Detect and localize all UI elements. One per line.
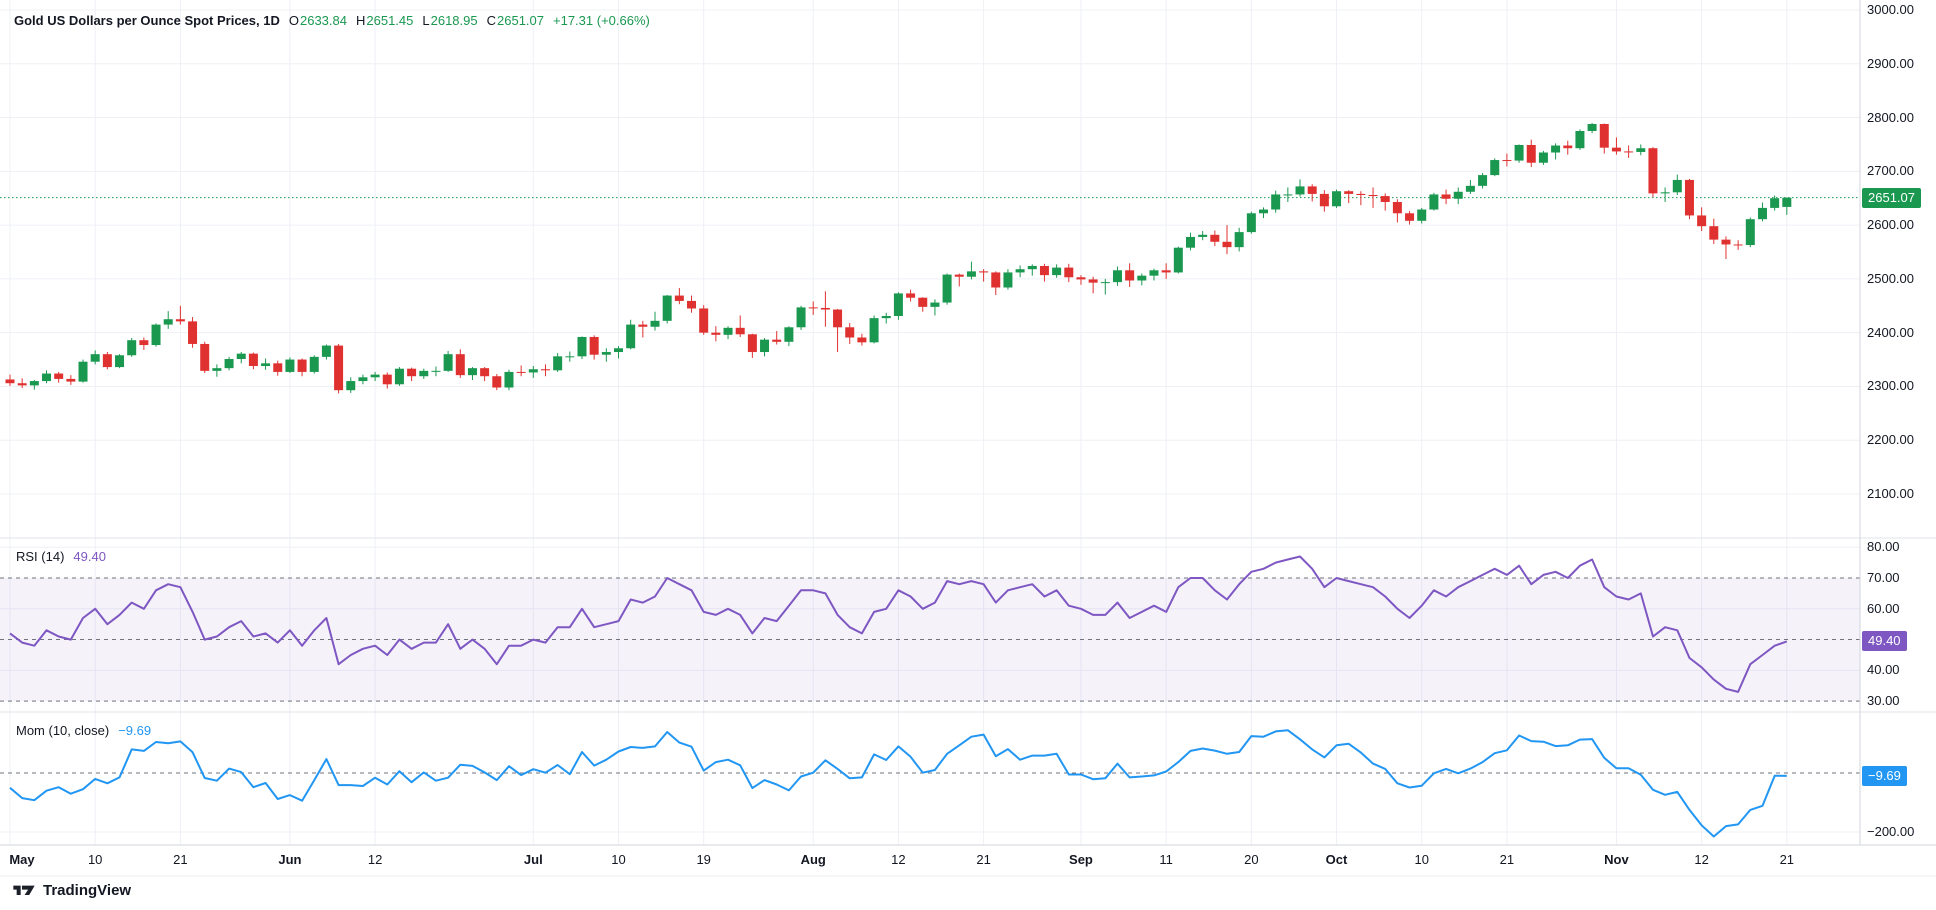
symbol-title: Gold US Dollars per Ounce Spot Prices, 1…: [14, 13, 280, 28]
momentum-label: Mom (10, close): [16, 723, 109, 738]
time-tick-label: 20: [1244, 852, 1258, 868]
time-tick-label: 12: [1694, 852, 1708, 868]
price-tick-label: 2300.00: [1867, 378, 1914, 394]
chart-canvas: [0, 0, 1936, 910]
ohlc-close: C 2651.07: [487, 13, 544, 28]
price-tick-label: 2700.00: [1867, 163, 1914, 179]
time-tick-label: Jul: [524, 852, 543, 868]
rsi-tick-label: 70.00: [1867, 570, 1900, 586]
time-tick-label: Jun: [278, 852, 301, 868]
price-tick-label: 2500.00: [1867, 271, 1914, 287]
time-tick-label: Aug: [801, 852, 826, 868]
ohlc-low: L 2618.95: [422, 13, 477, 28]
rsi-label: RSI (14): [16, 549, 64, 564]
price-tick-label: 2100.00: [1867, 486, 1914, 502]
time-tick-label: Oct: [1326, 852, 1348, 868]
close-value: 2651.07: [497, 13, 544, 28]
time-tick-label: 21: [976, 852, 990, 868]
time-tick-label: Sep: [1069, 852, 1093, 868]
time-tick-label: 10: [1414, 852, 1428, 868]
price-tick-label: 2600.00: [1867, 217, 1914, 233]
price-tick-label: 2200.00: [1867, 432, 1914, 448]
high-prefix: H: [356, 13, 365, 28]
price-tick-label: 2400.00: [1867, 325, 1914, 341]
time-tick-label: 19: [696, 852, 710, 868]
low-value: 2618.95: [431, 13, 478, 28]
price-tick-label: 3000.00: [1867, 2, 1914, 18]
momentum-value: −9.69: [118, 723, 151, 738]
time-tick-label: 11: [1159, 852, 1173, 868]
price-tick-label: 2900.00: [1867, 56, 1914, 72]
tradingview-label: TradingView: [43, 882, 131, 899]
time-tick-label: Nov: [1604, 852, 1629, 868]
low-prefix: L: [422, 13, 429, 28]
last-price-badge: 2651.07: [1862, 188, 1921, 208]
symbol-legend[interactable]: Gold US Dollars per Ounce Spot Prices, 1…: [14, 13, 650, 28]
time-tick-label: 12: [891, 852, 905, 868]
momentum-value-badge: −9.69: [1862, 766, 1907, 786]
ohlc-open: O 2633.84: [289, 13, 347, 28]
time-tick-label: 21: [1780, 852, 1794, 868]
trading-chart: 3000.00 2900.00 2800.00 2700.00 2600.00 2500.…: [0, 0, 1936, 910]
time-tick-label: 10: [611, 852, 625, 868]
ohlc-high: H 2651.45: [356, 13, 413, 28]
high-value: 2651.45: [366, 13, 413, 28]
rsi-tick-label: 60.00: [1867, 601, 1900, 617]
time-tick-label: 21: [173, 852, 187, 868]
price-tick-label: 2800.00: [1867, 110, 1914, 126]
close-prefix: C: [487, 13, 496, 28]
time-tick-label: May: [9, 852, 34, 868]
open-prefix: O: [289, 13, 299, 28]
time-tick-label: 21: [1500, 852, 1514, 868]
time-tick-label: 12: [368, 852, 382, 868]
tradingview-logo[interactable]: TradingView: [12, 882, 131, 899]
momentum-tick-label: −200.00: [1867, 824, 1914, 840]
rsi-tick-label: 30.00: [1867, 693, 1900, 709]
rsi-value-badge: 49.40: [1862, 631, 1907, 651]
open-value: 2633.84: [300, 13, 347, 28]
rsi-legend[interactable]: RSI (14) 49.40: [16, 549, 106, 564]
tradingview-icon: [12, 883, 36, 899]
change-value: +17.31 (+0.66%): [553, 13, 650, 28]
rsi-tick-label: 40.00: [1867, 662, 1900, 678]
time-tick-label: 10: [88, 852, 102, 868]
rsi-value: 49.40: [73, 549, 106, 564]
momentum-legend[interactable]: Mom (10, close) −9.69: [16, 723, 151, 738]
rsi-tick-label: 80.00: [1867, 539, 1900, 555]
